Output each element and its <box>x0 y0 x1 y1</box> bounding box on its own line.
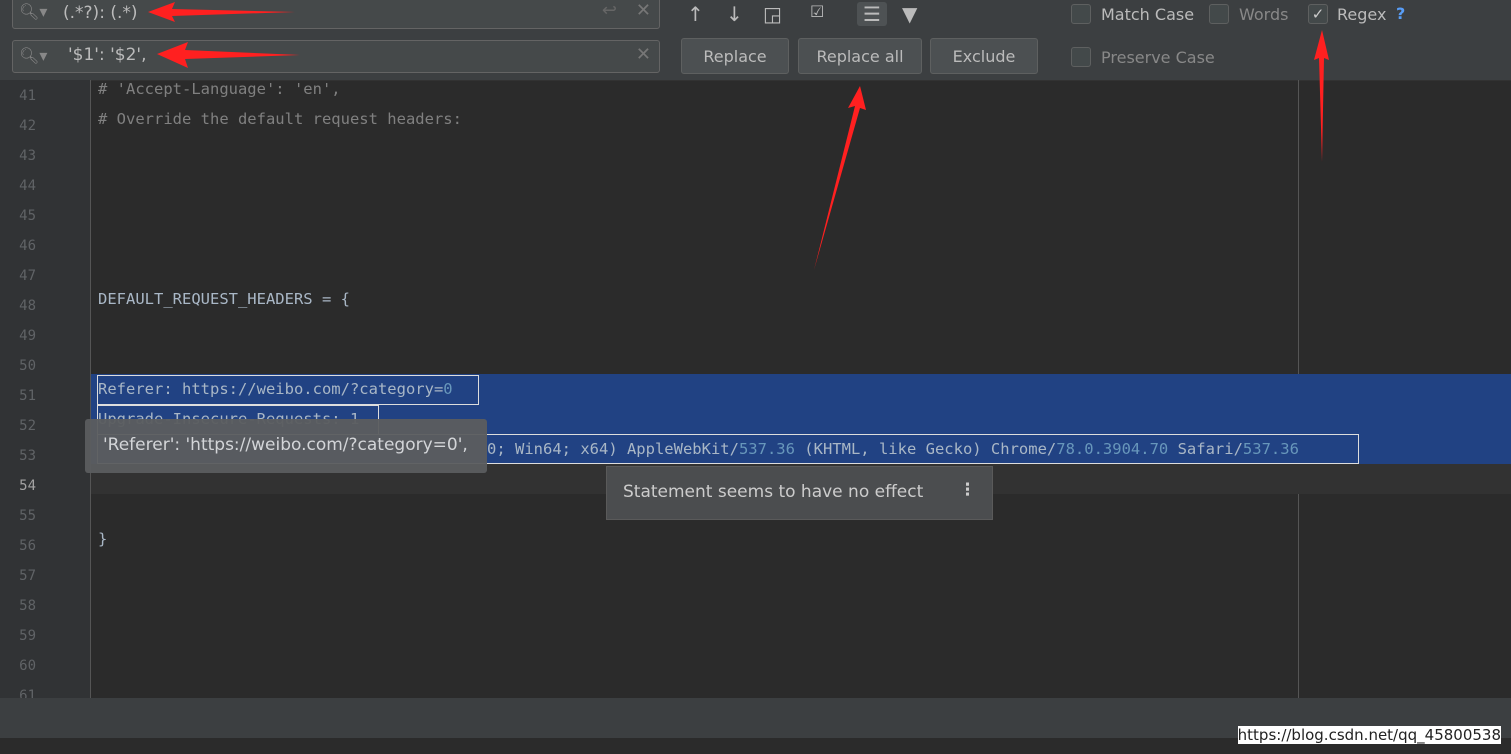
line-number: 51 <box>19 388 36 404</box>
line-number: 60 <box>19 658 36 674</box>
line-number: 53 <box>19 448 36 464</box>
inspection-popup: Statement seems to have no effect ⋮ <box>606 466 993 520</box>
watermark: https://blog.csdn.net/qq_45800538 <box>1237 726 1501 744</box>
line-number: 55 <box>19 508 36 524</box>
line-number: 48 <box>19 298 36 314</box>
annotation-arrows <box>148 2 1329 270</box>
line-number: 54 <box>19 478 36 494</box>
line-number: 57 <box>19 568 36 584</box>
line-number: 59 <box>19 628 36 644</box>
code-line-56: } <box>98 530 108 548</box>
arrow-icon <box>157 42 300 68</box>
inspection-message: Statement seems to have no effect <box>623 482 924 502</box>
match-box <box>97 375 479 405</box>
line-number: 52 <box>19 418 36 434</box>
line-number: 58 <box>19 598 36 614</box>
replace-preview-text: 'Referer': 'https://weibo.com/?category=… <box>103 435 468 455</box>
line-number: 49 <box>19 328 36 344</box>
line-number: 50 <box>19 358 36 374</box>
arrow-icon <box>1314 30 1329 162</box>
more-vertical-icon[interactable]: ⋮ <box>959 480 976 500</box>
arrow-icon <box>814 86 866 270</box>
replace-preview-tooltip: 'Referer': 'https://weibo.com/?category=… <box>85 419 487 473</box>
line-number: 56 <box>19 538 36 554</box>
arrow-icon <box>148 2 295 22</box>
